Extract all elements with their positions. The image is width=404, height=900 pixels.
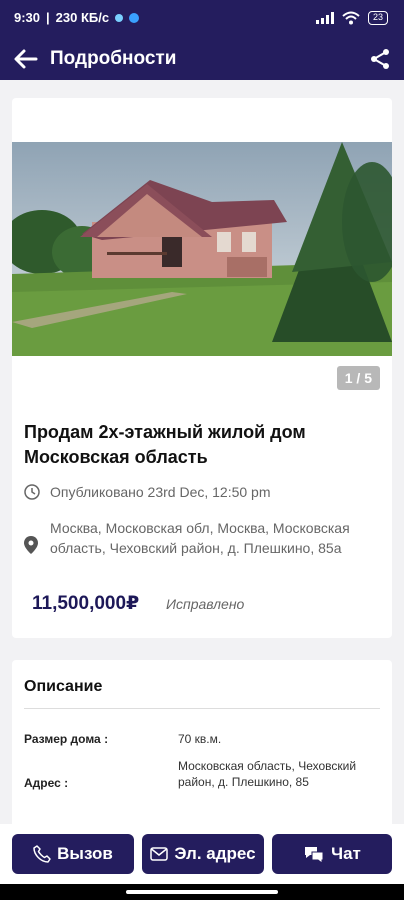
back-arrow-icon[interactable] (12, 47, 38, 71)
listing-card: 1 / 5 Продам 2х-этажный жилой дом Москов… (12, 98, 392, 638)
mail-icon (150, 847, 169, 861)
share-icon[interactable] (368, 47, 392, 71)
signal-icon (315, 12, 334, 24)
edited-label: Исправлено (166, 596, 245, 612)
status-right: 23 (315, 11, 388, 25)
status-bar: 9:30 | 230 КБ/с 23 (0, 0, 404, 38)
chat-icon (305, 847, 324, 864)
price: 11,500,000₽ (32, 593, 140, 614)
wifi-icon (342, 11, 360, 25)
status-speed: 230 КБ/с (55, 10, 110, 25)
published-date: Опубликовано 23rd Dec, 12:50 pm (50, 484, 271, 500)
clock-icon (24, 484, 40, 500)
listing-photo[interactable] (12, 142, 392, 356)
image-counter: 1 / 5 (336, 366, 380, 390)
bottom-action-bar: Вызов Эл. адрес Чат (0, 824, 404, 884)
app-bar: Подробности (0, 38, 404, 80)
email-button[interactable]: Эл. адрес (142, 834, 264, 874)
location-pin-icon (24, 536, 38, 554)
page-title: Подробности (50, 48, 177, 69)
phone-icon (33, 845, 51, 863)
call-button[interactable]: Вызов (12, 834, 134, 874)
description-title: Описание (24, 678, 103, 695)
house-size-value: 70 кв.м. (178, 732, 222, 746)
listing-title: Продам 2х-этажный жилой дом Московская о… (24, 422, 306, 467)
status-left: 9:30 | 230 КБ/с (14, 10, 140, 25)
chat-button[interactable]: Чат (272, 834, 392, 874)
chat-label: Чат (331, 844, 361, 863)
status-time: 9:30 (14, 10, 41, 25)
battery-icon: 23 (367, 11, 388, 25)
call-label: Вызов (57, 844, 113, 863)
published-row: Опубликовано 23rd Dec, 12:50 pm (24, 484, 271, 500)
house-image (12, 142, 392, 356)
address-text: Москва, Московская обл, Москва, Московск… (50, 520, 350, 556)
address-label: Адрес : (24, 776, 69, 790)
home-indicator[interactable] (126, 890, 278, 894)
app-notification-icon (129, 12, 140, 23)
address-row: Москва, Московская обл, Москва, Московск… (24, 518, 384, 558)
house-size-label: Размер дома : (24, 732, 109, 746)
divider (24, 708, 380, 709)
system-nav-bar (0, 884, 404, 900)
address-value: Московская область, Чеховский район, д. … (178, 759, 357, 789)
notification-icon (115, 13, 124, 22)
email-label: Эл. адрес (174, 844, 256, 863)
